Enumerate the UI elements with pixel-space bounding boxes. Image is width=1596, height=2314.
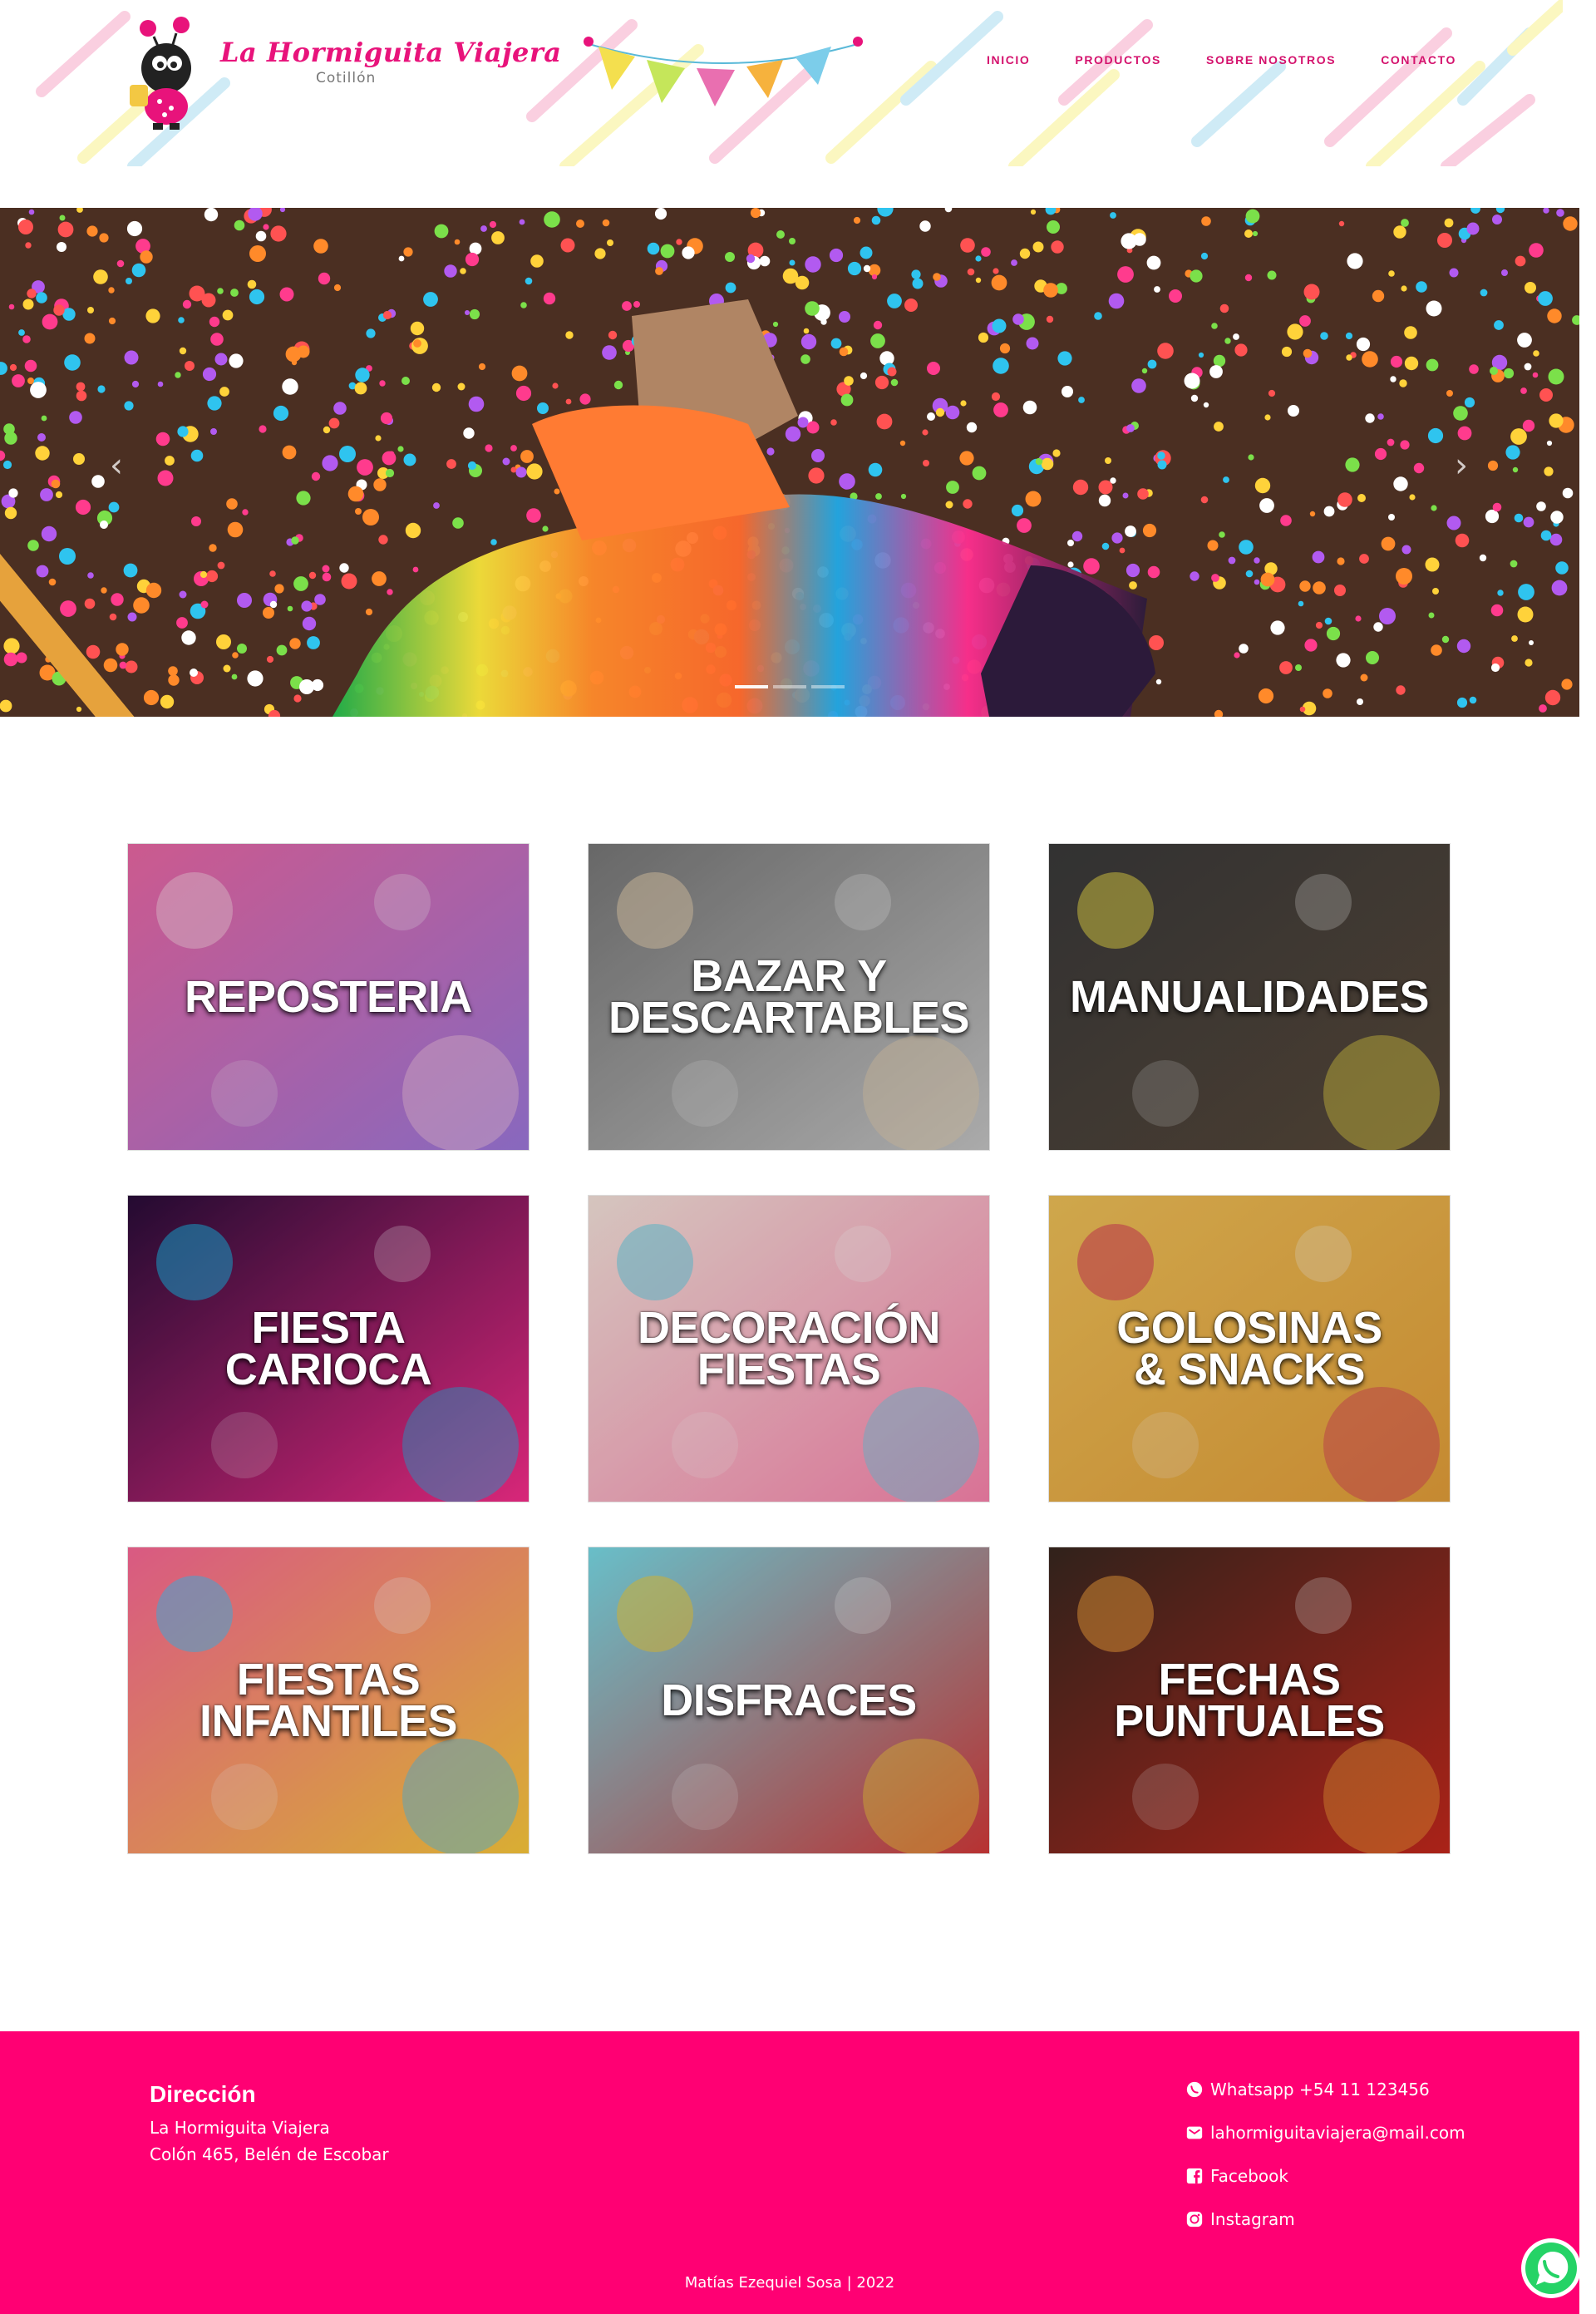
contact-instagram-label: Instagram	[1210, 2209, 1295, 2229]
brand-name[interactable]: La Hormiguita Viajera	[220, 37, 561, 68]
contact-email-label: lahormiguitaviajera@mail.com	[1210, 2123, 1465, 2143]
category-title: FIESTA CARIOCA	[224, 1303, 432, 1394]
category-card-golosinas-snacks[interactable]: GOLOSINAS & SNACKS	[1048, 1195, 1451, 1502]
category-title: GOLOSINAS & SNACKS	[1116, 1303, 1382, 1394]
address-name: La Hormiguita Viajera	[150, 2118, 330, 2138]
category-card-manualidades[interactable]: MANUALIDADES	[1048, 843, 1451, 1151]
nav-contacto[interactable]: CONTACTO	[1358, 53, 1479, 67]
category-card-fechas-puntuales[interactable]: FECHAS PUNTUALES	[1048, 1547, 1451, 1854]
category-card-bazar-descartables[interactable]: BAZAR Y DESCARTABLES	[588, 843, 990, 1151]
email-icon	[1186, 2126, 1203, 2139]
carousel-dot-2[interactable]	[773, 685, 806, 688]
site-header: La Hormiguita Viajera Cotillón INICIO PR…	[0, 0, 1579, 166]
carousel-prev-icon[interactable]: ‹	[100, 441, 133, 491]
brand-subtitle: Cotillón	[316, 70, 377, 86]
contact-facebook[interactable]: Facebook	[1185, 2166, 1288, 2186]
address-title: Dirección	[150, 2081, 256, 2107]
category-title: DISFRACES	[661, 1675, 917, 1725]
hero-pinata-confetti-image	[0, 208, 1579, 717]
category-title: FIESTAS INFANTILES	[199, 1655, 458, 1746]
carousel-indicators	[735, 685, 845, 688]
whatsapp-float-icon[interactable]	[1518, 2235, 1584, 2302]
category-title: FECHAS PUNTUALES	[1114, 1655, 1385, 1746]
nav-inicio[interactable]: INICIO	[964, 53, 1052, 67]
contact-email[interactable]: lahormiguitaviajera@mail.com	[1185, 2123, 1465, 2143]
carousel-next-icon[interactable]: ›	[1445, 441, 1478, 491]
main-nav: INICIO PRODUCTOS SOBRE NOSOTROS CONTACTO	[964, 53, 1479, 67]
category-card-fiesta-carioca[interactable]: FIESTA CARIOCA	[127, 1195, 530, 1502]
carousel-dot-3[interactable]	[811, 685, 845, 688]
contact-whatsapp[interactable]: Whatsapp +54 11 123456	[1185, 2080, 1430, 2099]
contact-whatsapp-label: Whatsapp +54 11 123456	[1210, 2080, 1430, 2099]
category-card-disfraces[interactable]: DISFRACES	[588, 1547, 990, 1854]
category-title: REPOSTERIA	[184, 972, 473, 1022]
category-card-fiestas-infantiles[interactable]: FIESTAS INFANTILES	[127, 1547, 530, 1854]
category-card-reposteria[interactable]: REPOSTERIA	[127, 843, 530, 1151]
address-street: Colón 465, Belén de Escobar	[150, 2144, 389, 2164]
facebook-icon	[1186, 2168, 1203, 2184]
category-title: BAZAR Y DESCARTABLES	[608, 951, 970, 1043]
category-card-decoracion-fiestas[interactable]: DECORACIÓN FIESTAS	[588, 1195, 990, 1502]
carousel-dot-1[interactable]	[735, 685, 768, 688]
bunting-flags-decoration	[584, 37, 863, 106]
category-title: MANUALIDADES	[1070, 972, 1430, 1022]
hero-carousel: ‹ ›	[0, 208, 1579, 717]
footer-credits: Matías Ezequiel Sosa | 2022	[684, 2274, 895, 2292]
contact-instagram[interactable]: Instagram	[1185, 2209, 1295, 2229]
contact-facebook-label: Facebook	[1210, 2166, 1288, 2186]
nav-productos[interactable]: PRODUCTOS	[1052, 53, 1184, 67]
site-footer: Dirección La Hormiguita Viajera Colón 46…	[0, 2031, 1579, 2314]
whatsapp-icon	[1186, 2081, 1203, 2098]
category-title: DECORACIÓN FIESTAS	[637, 1303, 941, 1394]
nav-sobre-nosotros[interactable]: SOBRE NOSOTROS	[1184, 53, 1358, 67]
instagram-icon	[1186, 2211, 1203, 2228]
ant-mascot-logo[interactable]	[116, 8, 216, 133]
